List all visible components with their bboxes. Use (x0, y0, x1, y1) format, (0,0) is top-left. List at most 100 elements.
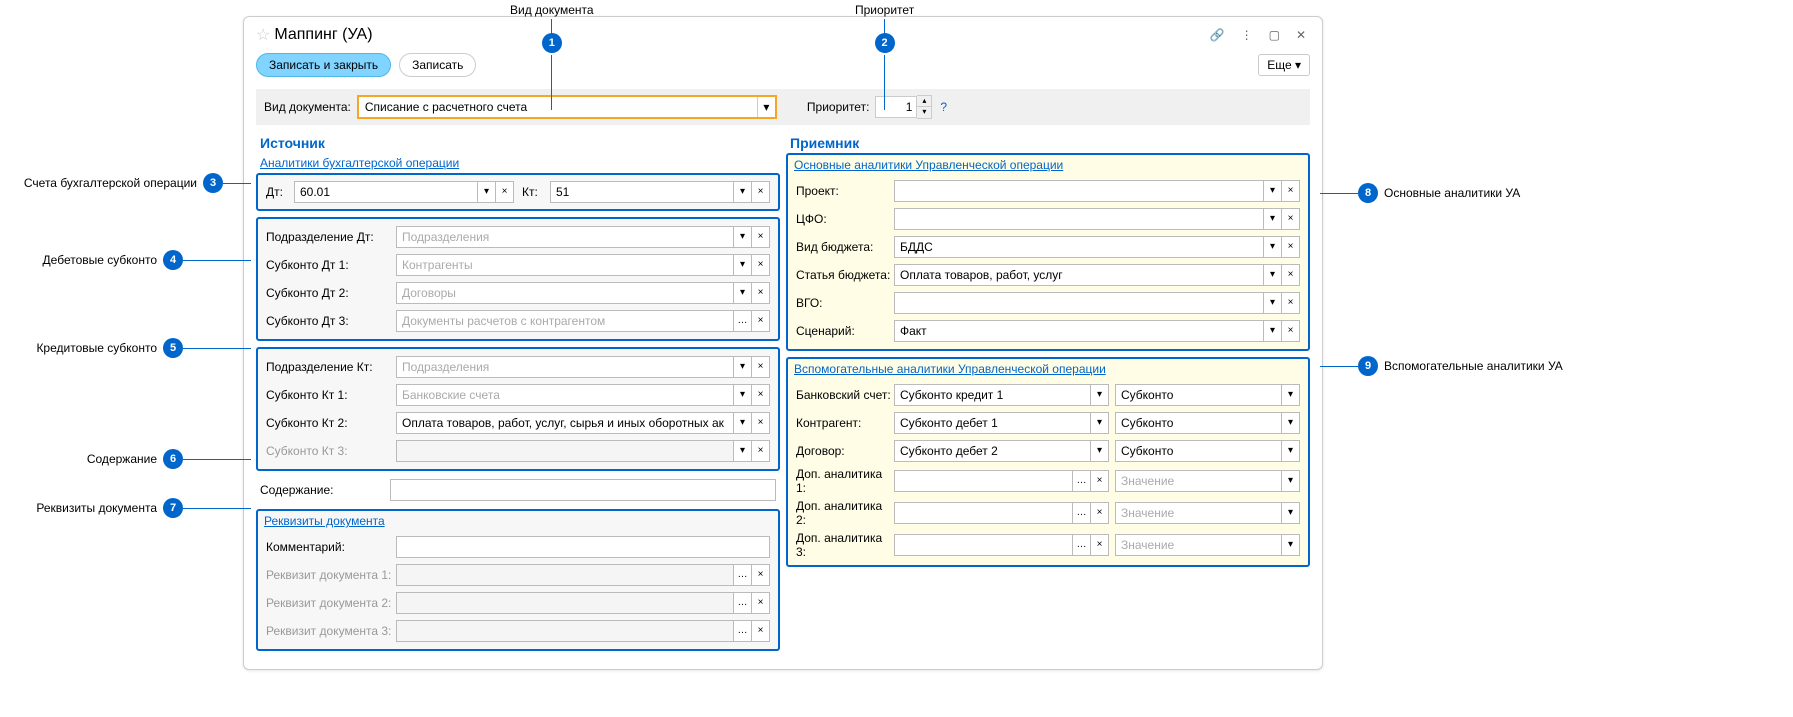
clear-icon[interactable]: × (752, 282, 770, 304)
dropdown-icon[interactable]: ▾ (1091, 440, 1109, 462)
dt-account-input[interactable] (294, 181, 478, 203)
toolbar: Записать и закрыть Записать Еще ▾ (256, 53, 1310, 77)
dropdown-icon[interactable]: ▾ (1264, 208, 1282, 230)
clear-icon[interactable]: × (752, 310, 770, 332)
dropdown-icon[interactable]: ▾ (734, 412, 752, 434)
target-header: Приемник (786, 135, 1310, 151)
debit-subkonto-group: Подразделение Дт: ▾× Субконто Дт 1: ▾× С… (256, 217, 780, 341)
budget-type-input[interactable] (894, 236, 1264, 258)
req2-input (396, 592, 734, 614)
clear-icon[interactable]: × (752, 412, 770, 434)
dropdown-icon[interactable]: ▾ (1264, 320, 1282, 342)
dropdown-icon[interactable]: ▾ (1264, 180, 1282, 202)
link-icon[interactable]: 🔗 (1206, 26, 1229, 44)
credit-s2-input[interactable] (396, 412, 734, 434)
spinner-down-icon[interactable]: ▾ (917, 107, 931, 118)
clear-icon[interactable]: × (1091, 470, 1109, 492)
debit-s1-input[interactable] (396, 254, 734, 276)
more-button[interactable]: Еще ▾ (1258, 54, 1310, 76)
dropdown-icon[interactable]: ▾ (734, 356, 752, 378)
dropdown-icon[interactable]: ▾ (1282, 412, 1300, 434)
vgo-input[interactable] (894, 292, 1264, 314)
clear-icon[interactable]: × (1282, 208, 1300, 230)
contract-type-input[interactable] (1115, 440, 1282, 462)
clear-icon[interactable]: × (1282, 236, 1300, 258)
clear-icon[interactable]: × (752, 226, 770, 248)
project-input[interactable] (894, 180, 1264, 202)
clear-icon[interactable]: × (1091, 534, 1109, 556)
a3-value-input[interactable] (894, 534, 1073, 556)
callout-4-text: Дебетовые субконто (2, 253, 157, 267)
close-icon[interactable]: ✕ (1292, 26, 1310, 44)
clear-icon[interactable]: × (752, 356, 770, 378)
scenario-input[interactable] (894, 320, 1264, 342)
dropdown-icon[interactable]: ▾ (1282, 470, 1300, 492)
dropdown-icon[interactable]: ▾ (478, 181, 496, 203)
clear-icon[interactable]: × (1091, 502, 1109, 524)
contractor-type-input[interactable] (1115, 412, 1282, 434)
dropdown-icon[interactable]: ▾ (734, 226, 752, 248)
ellipsis-icon: … (734, 592, 752, 614)
kebab-menu-icon[interactable]: ⋮ (1237, 26, 1257, 44)
dropdown-icon[interactable]: ▾ (1091, 412, 1109, 434)
contractor-value-input[interactable] (894, 412, 1091, 434)
content-input[interactable] (390, 479, 776, 501)
doc-type-dropdown-icon[interactable]: ▾ (757, 97, 775, 117)
clear-icon[interactable]: × (1282, 292, 1300, 314)
save-button[interactable]: Записать (399, 53, 476, 77)
ellipsis-icon[interactable]: … (734, 310, 752, 332)
clear-icon[interactable]: × (1282, 264, 1300, 286)
dropdown-icon[interactable]: ▾ (1264, 236, 1282, 258)
help-icon[interactable]: ? (940, 100, 947, 114)
dropdown-icon[interactable]: ▾ (734, 282, 752, 304)
spinner-up-icon[interactable]: ▴ (917, 96, 931, 107)
dropdown-icon[interactable]: ▾ (1282, 534, 1300, 556)
dropdown-icon[interactable]: ▾ (734, 254, 752, 276)
favorite-star-icon[interactable]: ☆ (256, 25, 270, 45)
credit-s1-input[interactable] (396, 384, 734, 406)
a1-value-input[interactable] (894, 470, 1073, 492)
dropdown-icon[interactable]: ▾ (1282, 502, 1300, 524)
bank-value-input[interactable] (894, 384, 1091, 406)
clear-icon[interactable]: × (1282, 320, 1300, 342)
content-label: Содержание: (260, 483, 390, 497)
save-and-close-button[interactable]: Записать и закрыть (256, 53, 391, 77)
a3-type-input[interactable] (1115, 534, 1282, 556)
clear-icon[interactable]: × (752, 384, 770, 406)
a1-type-input[interactable] (1115, 470, 1282, 492)
dropdown-icon[interactable]: ▾ (734, 384, 752, 406)
clear-icon[interactable]: × (1282, 180, 1300, 202)
debit-s3-input[interactable] (396, 310, 734, 332)
dropdown-icon[interactable]: ▾ (1091, 384, 1109, 406)
page-title: Маппинг (УА) (274, 26, 372, 44)
dropdown-icon[interactable]: ▾ (1282, 440, 1300, 462)
clear-icon[interactable]: × (496, 181, 514, 203)
credit-div-input[interactable] (396, 356, 734, 378)
contract-label: Договор: (796, 444, 894, 458)
dropdown-icon[interactable]: ▾ (1282, 384, 1300, 406)
dropdown-icon[interactable]: ▾ (734, 181, 752, 203)
cfo-label: ЦФО: (796, 212, 894, 226)
a2-type-input[interactable] (1115, 502, 1282, 524)
ellipsis-icon[interactable]: … (1073, 470, 1091, 492)
comment-input[interactable] (396, 536, 770, 558)
credit-s2-label: Субконто Кт 2: (266, 416, 396, 430)
bank-type-input[interactable] (1115, 384, 1282, 406)
kt-account-input[interactable] (550, 181, 734, 203)
callout-2: Приоритет 2 (855, 3, 914, 110)
dropdown-icon[interactable]: ▾ (1264, 292, 1282, 314)
ellipsis-icon[interactable]: … (1073, 502, 1091, 524)
maximize-icon[interactable]: ▢ (1265, 26, 1284, 44)
clear-icon: × (752, 620, 770, 642)
clear-icon[interactable]: × (752, 254, 770, 276)
clear-icon[interactable]: × (752, 181, 770, 203)
cfo-input[interactable] (894, 208, 1264, 230)
budget-item-input[interactable] (894, 264, 1264, 286)
aux-analytics-group: Вспомогательные аналитики Управленческой… (786, 357, 1310, 567)
ellipsis-icon[interactable]: … (1073, 534, 1091, 556)
contract-value-input[interactable] (894, 440, 1091, 462)
dropdown-icon[interactable]: ▾ (1264, 264, 1282, 286)
a2-value-input[interactable] (894, 502, 1073, 524)
debit-div-input[interactable] (396, 226, 734, 248)
debit-s2-input[interactable] (396, 282, 734, 304)
